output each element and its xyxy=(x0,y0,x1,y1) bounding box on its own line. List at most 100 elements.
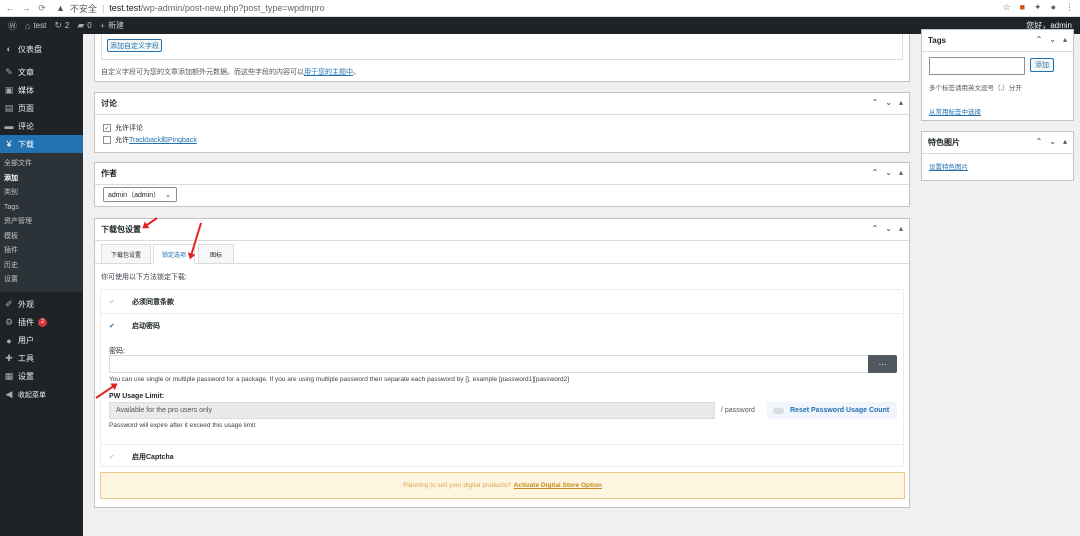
author-title: 作者 xyxy=(101,169,117,178)
submenu-all-files[interactable]: 全部文件 xyxy=(0,157,83,172)
menu-downloads[interactable]: ¥ 下载 xyxy=(0,135,83,153)
submenu-history[interactable]: 历史 xyxy=(0,259,83,274)
package-settings-title: 下载包设置 xyxy=(101,225,141,234)
wp-admin-bar: Ⓦ ⌂ test ↻ 2 ▰ 0 + 新建 您好，admin xyxy=(0,17,1080,34)
allow-comments-checkbox[interactable]: ✓ xyxy=(103,124,111,132)
profile-icon[interactable]: ● xyxy=(1051,2,1056,13)
theme-usage-link[interactable]: 用于您的主题中 xyxy=(304,69,353,76)
user-icon: ● xyxy=(6,335,12,346)
menu-appearance[interactable]: ✐ 外观 xyxy=(0,296,83,314)
pw-usage-limit-input[interactable]: Available for the pro users only xyxy=(109,402,715,419)
chevron-down-icon[interactable]: ⌄ xyxy=(1049,137,1056,146)
chevron-down-icon: ⌄ xyxy=(165,191,171,199)
submenu-assets[interactable]: 资产管理 xyxy=(0,215,83,230)
add-tag-button[interactable]: 添加 xyxy=(1030,58,1054,72)
chevron-down-icon[interactable]: ⌄ xyxy=(885,98,892,107)
allow-pings-checkbox[interactable] xyxy=(103,136,111,144)
menu-pages[interactable]: ▤ 页面 xyxy=(0,99,83,117)
back-icon[interactable]: ← xyxy=(4,3,16,13)
comments-link[interactable]: ▰ 0 xyxy=(77,20,91,31)
toggle-panel-icon[interactable]: ▴ xyxy=(899,168,903,177)
check-icon: ✔ xyxy=(109,298,115,306)
submenu-tags[interactable]: Tags xyxy=(0,201,83,216)
menu-users[interactable]: ● 用户 xyxy=(0,332,83,350)
custom-fields-note: 自定义字段可为您的文章添加额外元数据。而这些字段的内容可以用于您的主题中。 xyxy=(101,69,360,76)
tags-header: Tags ⌃ ⌄ ▴ xyxy=(922,30,1073,52)
security-label: 不安全 xyxy=(69,3,97,14)
chevron-up-icon[interactable]: ⌃ xyxy=(1036,35,1043,44)
menu-posts[interactable]: ✎ 文章 xyxy=(0,63,83,81)
collapse-menu[interactable]: ◀ 收起菜单 xyxy=(0,386,83,404)
toggle-panel-icon[interactable]: ▴ xyxy=(899,224,903,233)
reset-usage-button[interactable]: Reset Password Usage Count xyxy=(767,402,897,419)
tab-package-settings[interactable]: 下载包设置 xyxy=(101,244,151,264)
lock-intro: 你可使用以下方法锁定下载: xyxy=(101,274,187,281)
toggle-panel-icon[interactable]: ▴ xyxy=(1063,35,1067,44)
bookmark-star-icon[interactable]: ☆ xyxy=(1003,2,1011,13)
discussion-box: 讨论 ⌃ ⌄ ▴ ✓ 允许评论 允许Trackback和Pingback xyxy=(94,92,910,153)
submenu-add[interactable]: 添加 xyxy=(0,172,83,187)
comment-icon: ▬ xyxy=(4,121,14,131)
menu-tools[interactable]: ✚ 工具 xyxy=(0,350,83,368)
tag-input[interactable] xyxy=(929,57,1025,75)
extension-icon[interactable]: ■ xyxy=(1020,2,1025,13)
package-settings-header: 下载包设置 ⌃ ⌄ ▴ xyxy=(95,219,909,241)
toggle-panel-icon[interactable]: ▴ xyxy=(1063,137,1067,146)
author-box: 作者 ⌃ ⌄ ▴ admin（admin） ⌄ xyxy=(94,162,910,207)
generate-password-button[interactable]: ··· xyxy=(868,355,897,373)
discussion-title: 讨论 xyxy=(101,99,117,108)
expire-note: Password will expire after it exceed thi… xyxy=(109,422,256,429)
trackback-link[interactable]: Trackback和Pingback xyxy=(129,137,197,144)
updates-link[interactable]: ↻ 2 xyxy=(54,20,69,31)
browser-toolbar: ← → ⟳ ▲ 不安全 | test.test/wp-admin/post-ne… xyxy=(0,0,1080,17)
updates-icon: ↻ xyxy=(54,20,62,30)
password-lock-row[interactable]: ✔ 启动密码 xyxy=(101,314,903,338)
submenu-templates[interactable]: 模板 xyxy=(0,230,83,245)
reload-icon[interactable]: ⟳ xyxy=(36,3,48,14)
pw-usage-limit-label: PW Usage Limit: xyxy=(109,393,165,400)
chevron-up-icon[interactable]: ⌃ xyxy=(872,224,879,233)
menu-icon[interactable]: ⋮ xyxy=(1065,2,1074,13)
promo-banner: Planning to sell your digital products? … xyxy=(100,472,905,499)
forward-icon[interactable]: → xyxy=(20,3,32,13)
new-content-link[interactable]: + 新建 xyxy=(100,20,124,31)
address-bar[interactable]: ▲ 不安全 | test.test/wp-admin/post-new.php?… xyxy=(56,2,325,15)
download-icon: ¥ xyxy=(6,139,12,149)
chevron-up-icon[interactable]: ⌃ xyxy=(1036,137,1043,146)
admin-sidebar: ◐ 仪表盘 ✎ 文章 ▣ 媒体 ▤ 页面 ▬ 评论 ¥ 下载 全部文件 添加 类别 Tags… xyxy=(0,34,83,536)
url-host: test.test xyxy=(109,3,141,13)
site-link[interactable]: ⌂ test xyxy=(25,21,46,31)
chevron-down-icon[interactable]: ⌄ xyxy=(885,224,892,233)
author-select[interactable]: admin（admin） ⌄ xyxy=(103,187,177,202)
submenu-addons[interactable]: 插件 xyxy=(0,244,83,259)
menu-dashboard[interactable]: ◐ 仪表盘 xyxy=(0,40,83,58)
add-custom-field-button[interactable]: 添加自定义字段 xyxy=(107,39,162,52)
menu-comments[interactable]: ▬ 评论 xyxy=(0,117,83,135)
wp-logo-icon[interactable]: Ⓦ xyxy=(8,19,17,32)
tags-hint: 多个标签请用英文逗号（,）分开 xyxy=(929,85,1022,92)
dashboard-icon: ◐ xyxy=(6,44,12,54)
terms-lock-row[interactable]: ✔ 必须同意条款 xyxy=(101,290,903,314)
discussion-header: 讨论 ⌃ ⌄ ▴ xyxy=(95,93,909,115)
submenu-settings[interactable]: 设置 xyxy=(0,273,83,288)
chevron-down-icon[interactable]: ⌄ xyxy=(885,168,892,177)
password-input[interactable] xyxy=(109,355,869,373)
tab-icon[interactable]: 图标 xyxy=(198,244,234,264)
toggle-panel-icon[interactable]: ▴ xyxy=(899,98,903,107)
allow-comments-row: ✓ 允许评论 xyxy=(103,124,143,132)
menu-plugins[interactable]: ⚙ 插件 2 xyxy=(0,314,83,332)
chevron-down-icon[interactable]: ⌄ xyxy=(1049,35,1056,44)
collapse-icon: ◀ xyxy=(5,389,13,399)
captcha-lock-row[interactable]: ✔ 启用Captcha xyxy=(101,444,903,468)
submenu-categories[interactable]: 类别 xyxy=(0,186,83,201)
choose-tags-link[interactable]: 从常用标签中选择 xyxy=(929,106,981,116)
menu-media[interactable]: ▣ 媒体 xyxy=(0,81,83,99)
menu-settings[interactable]: ▦ 设置 xyxy=(0,368,83,386)
check-icon: ✔ xyxy=(109,453,115,461)
puzzle-icon[interactable]: ✦ xyxy=(1034,2,1042,13)
activate-store-link[interactable]: Activate Digital Store Option xyxy=(514,482,602,489)
set-featured-image-link[interactable]: 设置特色图片 xyxy=(929,161,968,171)
tags-title: Tags xyxy=(928,36,947,45)
chevron-up-icon[interactable]: ⌃ xyxy=(872,98,879,107)
chevron-up-icon[interactable]: ⌃ xyxy=(872,168,879,177)
